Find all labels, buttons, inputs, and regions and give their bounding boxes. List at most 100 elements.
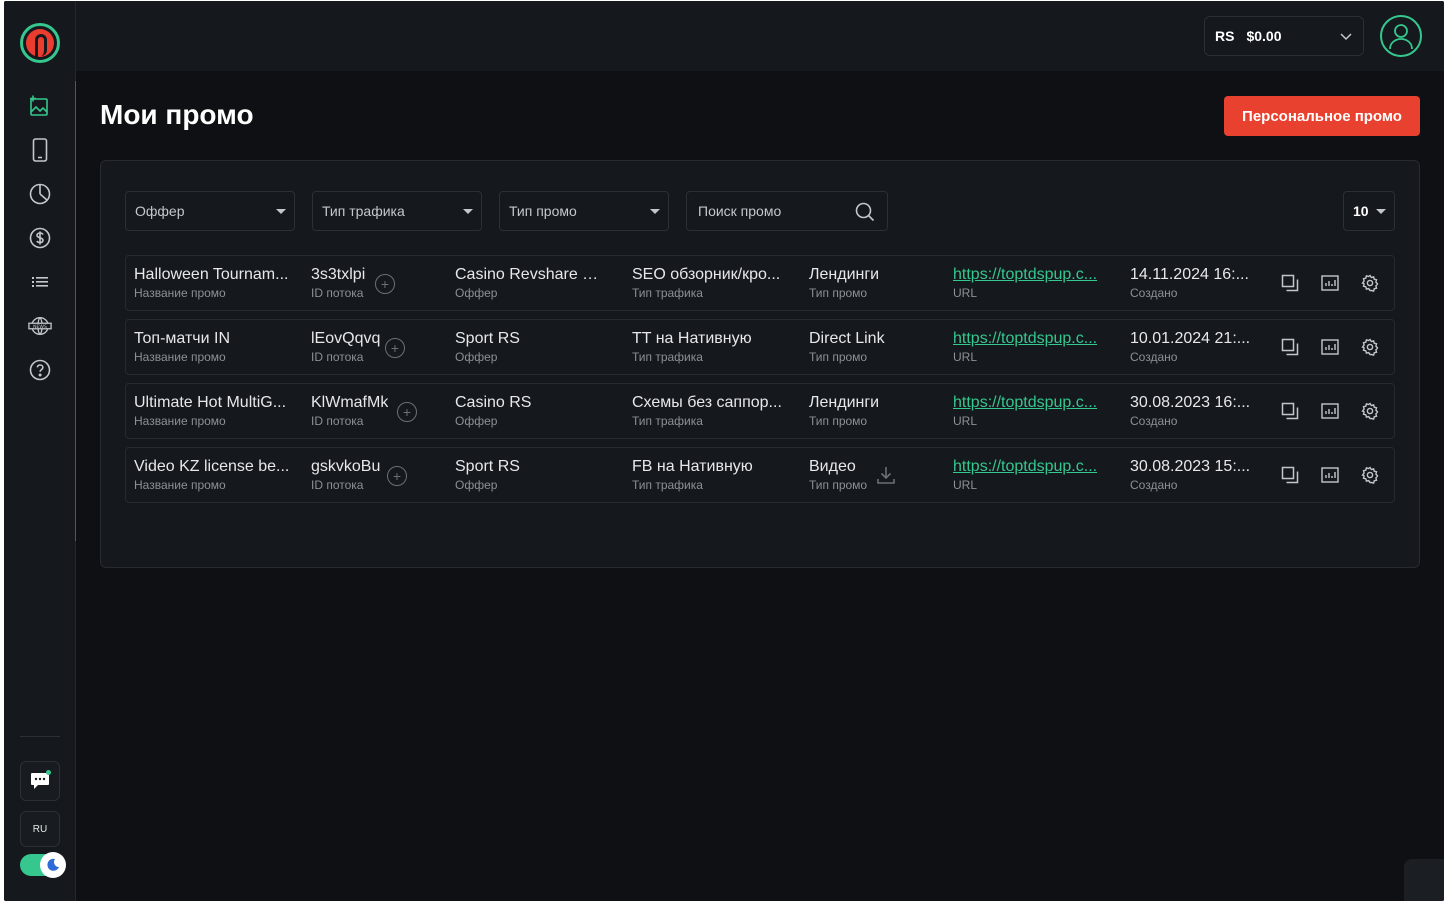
- caret-down-icon: [1376, 209, 1386, 214]
- promo-type-cell: Direct Link Тип промо: [809, 329, 909, 365]
- promo-type: Лендинги: [809, 266, 880, 283]
- url-cell: https://toptdspup.c... URL: [953, 329, 1105, 365]
- promo-url-link[interactable]: https://toptdspup.c...: [953, 265, 1105, 284]
- url-cell: https://toptdspup.c... URL: [953, 265, 1105, 301]
- copy-icon[interactable]: [1280, 337, 1300, 357]
- notification-dot: [46, 770, 51, 775]
- stream-id: gskvkoBu: [311, 458, 381, 475]
- traffic-type: TT на Нативную: [632, 330, 752, 347]
- promo-row: Топ-матчи IN Название промо lEovQqvq ID …: [125, 319, 1395, 375]
- search-icon[interactable]: [855, 202, 875, 222]
- promo-type: Direct Link: [809, 330, 885, 347]
- stream-id-label: ID потока: [311, 478, 364, 492]
- traffic-type-label: Тип трафика: [632, 478, 703, 492]
- stream-id-label: ID потока: [311, 286, 364, 300]
- download-icon[interactable]: [876, 465, 896, 490]
- page-title: Мои промо: [100, 99, 254, 130]
- mobile-icon[interactable]: [28, 138, 52, 162]
- add-circle-icon[interactable]: +: [375, 274, 395, 294]
- promo-name-label: Название промо: [134, 350, 226, 364]
- balance-dropdown[interactable]: RS $0.00: [1204, 16, 1364, 56]
- statistics-icon[interactable]: [1320, 465, 1340, 485]
- app-window: NEWS RU RS $0.00 Мои промо Персональное …: [4, 1, 1444, 901]
- traffic-cell: FB на Нативную Тип трафика: [632, 457, 788, 493]
- created-cell: 10.01.2024 21:... Создано: [1130, 329, 1252, 365]
- settings-gear-icon[interactable]: [1360, 401, 1380, 421]
- stream-id-label: ID потока: [311, 350, 364, 364]
- promo-name: Ultimate Hot MultiG...: [134, 394, 287, 411]
- created-date: 30.08.2023 15:...: [1130, 458, 1251, 475]
- per-page-value: 10: [1353, 203, 1369, 219]
- stream-id-cell: lEovQqvq ID потока: [311, 329, 380, 365]
- traffic-type: SEO обзорник/кро...: [632, 266, 781, 283]
- offer-label: Оффер: [455, 478, 498, 492]
- traffic-cell: Схемы без саппор... Тип трафика: [632, 393, 788, 429]
- corner-widget: [1404, 859, 1444, 901]
- promo-name-cell: Ultimate Hot MultiG... Название промо: [134, 393, 294, 429]
- copy-icon[interactable]: [1280, 401, 1300, 421]
- add-circle-icon[interactable]: +: [397, 402, 417, 422]
- promo-type: Лендинги: [809, 394, 880, 411]
- per-page-select[interactable]: 10: [1343, 191, 1395, 231]
- promo-url-link[interactable]: https://toptdspup.c...: [953, 329, 1105, 348]
- offer: Sport RS: [455, 330, 520, 347]
- balance-currency: RS: [1215, 28, 1235, 44]
- language-button[interactable]: RU: [20, 811, 60, 847]
- copy-icon[interactable]: [1280, 465, 1300, 485]
- theme-toggle[interactable]: [20, 852, 66, 878]
- main-content: Мои промо Персональное промо Оффер Тип т…: [76, 71, 1444, 901]
- add-image-icon[interactable]: [28, 94, 52, 118]
- statistics-icon[interactable]: [1320, 337, 1340, 357]
- pie-chart-icon[interactable]: [28, 182, 52, 206]
- copy-icon[interactable]: [1280, 273, 1300, 293]
- caret-down-icon: [276, 209, 286, 214]
- promo-search: [686, 191, 888, 231]
- url-label: URL: [953, 286, 978, 300]
- created-date: 10.01.2024 21:...: [1130, 330, 1251, 347]
- traffic-cell: TT на Нативную Тип трафика: [632, 329, 788, 365]
- logo[interactable]: [20, 23, 60, 63]
- promo-name-label: Название промо: [134, 414, 226, 428]
- offer-filter[interactable]: Оффер: [125, 191, 295, 231]
- news-globe-icon[interactable]: NEWS: [28, 314, 52, 338]
- settings-gear-icon[interactable]: [1360, 465, 1380, 485]
- traffic-type: Схемы без саппор...: [632, 394, 782, 411]
- stream-id-cell: 3s3txlpi ID потока: [311, 265, 365, 301]
- promo-url-link[interactable]: https://toptdspup.c...: [953, 393, 1105, 412]
- promo-row: Video KZ license be... Название промо gs…: [125, 447, 1395, 503]
- sidebar-divider: [20, 736, 60, 737]
- created-label: Создано: [1130, 478, 1178, 492]
- caret-down-icon: [463, 209, 473, 214]
- settings-gear-icon[interactable]: [1360, 273, 1380, 293]
- stream-id-label: ID потока: [311, 414, 364, 428]
- offer-cell: Casino Revshare U... Оффер: [455, 265, 607, 301]
- promo-row: Halloween Tournam... Название промо 3s3t…: [125, 255, 1395, 311]
- chat-button[interactable]: [20, 761, 60, 801]
- statistics-icon[interactable]: [1320, 401, 1340, 421]
- add-circle-icon[interactable]: +: [387, 466, 407, 486]
- promo-type-filter[interactable]: Тип промо: [499, 191, 669, 231]
- promo-url-link[interactable]: https://toptdspup.c...: [953, 457, 1105, 476]
- promo-type-label: Тип промо: [809, 350, 868, 364]
- created-label: Создано: [1130, 286, 1178, 300]
- list-icon[interactable]: [28, 270, 52, 294]
- caret-down-icon: [650, 209, 660, 214]
- traffic-type-filter[interactable]: Тип трафика: [312, 191, 482, 231]
- dollar-icon[interactable]: [28, 226, 52, 250]
- moon-icon: [40, 852, 66, 878]
- settings-gear-icon[interactable]: [1360, 337, 1380, 357]
- search-input[interactable]: [687, 192, 847, 230]
- promo-name: Halloween Tournam...: [134, 266, 289, 283]
- help-icon[interactable]: [28, 358, 52, 382]
- traffic-type: FB на Нативную: [632, 458, 753, 475]
- promo-name-cell: Halloween Tournam... Название промо: [134, 265, 294, 301]
- traffic-type-filter-label: Тип трафика: [322, 203, 405, 219]
- personal-promo-button[interactable]: Персональное промо: [1224, 96, 1420, 136]
- url-cell: https://toptdspup.c... URL: [953, 457, 1105, 493]
- promo-name-cell: Топ-матчи IN Название промо: [134, 329, 294, 365]
- user-avatar[interactable]: [1380, 15, 1422, 57]
- url-cell: https://toptdspup.c... URL: [953, 393, 1105, 429]
- statistics-icon[interactable]: [1320, 273, 1340, 293]
- created-date: 30.08.2023 16:...: [1130, 394, 1251, 411]
- add-circle-icon[interactable]: +: [385, 338, 405, 358]
